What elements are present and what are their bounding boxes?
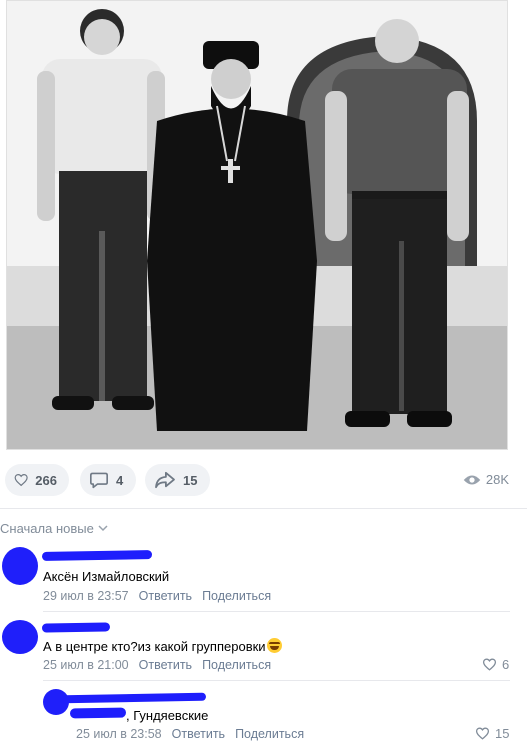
sort-label: Сначала новые — [0, 521, 94, 536]
comment-separator — [43, 680, 510, 681]
comment-date[interactable]: 29 июл в 23:57 — [43, 589, 129, 603]
comment-text: , Гундяевские — [126, 708, 209, 723]
heart-icon — [482, 658, 497, 671]
comment-count: 4 — [116, 472, 124, 488]
comment-text: А в центре кто?из какой групперовки — [43, 638, 282, 654]
avatar[interactable] — [2, 620, 38, 654]
like-button[interactable]: 266 — [5, 464, 69, 496]
reply-button[interactable]: Ответить — [172, 727, 225, 741]
photo-illustration — [7, 1, 507, 449]
reply-button[interactable]: Ответить — [139, 589, 192, 603]
comment-button[interactable]: 4 — [80, 464, 136, 496]
comment-meta: 25 июл в 23:58 Ответить Поделиться — [76, 727, 314, 741]
share-button[interactable]: 15 — [145, 464, 210, 496]
comment-like-button[interactable]: 15 — [475, 726, 509, 741]
redacted-mention — [69, 707, 127, 719]
reply-button[interactable]: Ответить — [139, 658, 192, 672]
redacted-author-name — [41, 622, 111, 633]
eye-icon — [463, 475, 481, 484]
chevron-down-icon — [98, 525, 108, 532]
like-count: 266 — [35, 472, 57, 488]
comment-text-content: А в центре кто?из какой групперовки — [43, 639, 266, 654]
share-icon — [155, 471, 175, 489]
comment-icon — [90, 472, 108, 489]
view-count: 28K — [485, 472, 509, 487]
comments-sort-dropdown[interactable]: Сначала новые — [0, 521, 108, 536]
heart-icon — [475, 727, 490, 740]
comment-like-count: 15 — [495, 726, 510, 741]
comment-meta: 29 июл в 23:57 Ответить Поделиться — [43, 589, 281, 603]
divider — [0, 508, 527, 509]
share-comment-button[interactable]: Поделиться — [202, 658, 271, 672]
laughing-emoji-icon — [266, 638, 282, 653]
heart-icon — [14, 474, 28, 487]
comment-separator — [43, 611, 510, 612]
comment-like-count: 6 — [502, 657, 510, 672]
share-comment-button[interactable]: Поделиться — [202, 589, 271, 603]
avatar[interactable] — [2, 547, 38, 585]
view-counter: 28K — [463, 472, 509, 487]
post-actions-bar: 266 4 15 28K — [0, 462, 527, 498]
comment-text: Аксён Измайловский — [43, 569, 170, 584]
share-count: 15 — [183, 472, 198, 488]
comment-date[interactable]: 25 июл в 21:00 — [43, 658, 129, 672]
comment-meta: 25 июл в 21:00 Ответить Поделиться — [43, 658, 281, 672]
post-photo[interactable] — [6, 0, 508, 450]
redacted-author-name — [59, 692, 207, 704]
redacted-author-name — [41, 550, 153, 561]
comment-like-button[interactable]: 6 — [482, 657, 509, 672]
comment-date[interactable]: 25 июл в 23:58 — [76, 727, 162, 741]
share-comment-button[interactable]: Поделиться — [235, 727, 304, 741]
